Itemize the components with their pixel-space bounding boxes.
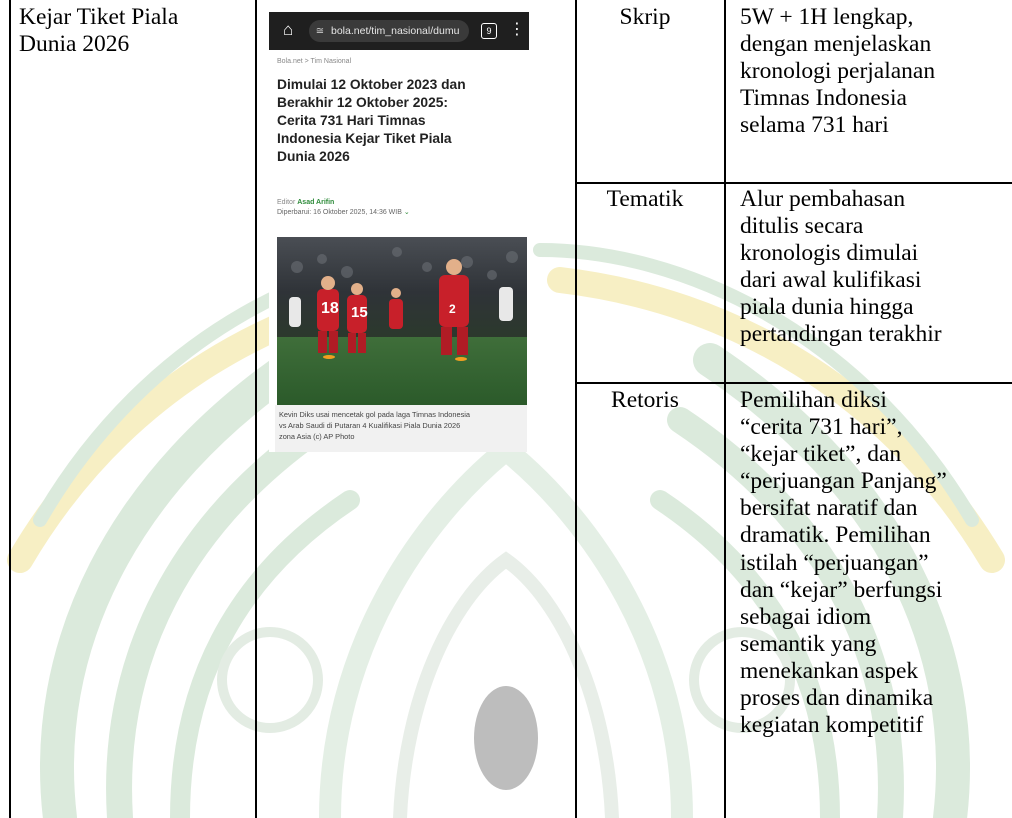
description-line: kronologi perjalanan [740,58,936,85]
svg-text:18: 18 [321,300,339,317]
description-line: istilah “perjuangan” [740,549,929,576]
news-screenshot: ⌂ ≅ bola.net/tim_nasional/dumu 9 ⋮ Bola.n… [269,12,529,452]
svg-text:15: 15 [351,304,368,321]
document-page: Kejar Tiket Piala Dunia 2026 ⌂ ≅ bola.net… [0,0,1012,818]
description-line: ditulis secara [740,213,864,240]
table-border-left [9,0,11,818]
caption-line: vs Arab Saudi di Putaran 4 Kualifikasi P… [279,421,461,430]
address-bar: ≅ bola.net/tim_nasional/dumu [309,20,469,42]
description-line: kegiatan kompetitif [740,712,924,739]
row-divider-1 [575,182,1012,184]
url-text: bola.net/tim_nasional/dumu [331,25,460,37]
editor-name: Asad Arifin [297,199,335,206]
chevron-down-icon: ⌄ [403,209,410,216]
topic-line: Dunia 2026 [19,31,130,57]
more-menu-icon: ⋮ [509,21,525,38]
table-border-col1 [255,0,257,818]
description-line: Alur pembahasan [740,186,906,212]
headline-line: Indonesia Kejar Tiket Piala [277,131,452,146]
description-line: sebagai idiom [740,603,872,630]
topic-line: Kejar Tiket Piala [19,4,179,30]
description-line: piala dunia hingga [740,294,914,321]
svg-text:2: 2 [449,302,456,316]
headline-line: Dunia 2026 [277,149,350,164]
headline-line: Berakhir 12 Oktober 2025: [277,95,449,110]
caption-line: Kevin Diks usai mencetak gol pada laga T… [279,410,471,419]
description-line: “kejar tiket”, dan [740,441,902,468]
headline-line: Dimulai 12 Oktober 2023 dan [277,77,466,92]
updated-text: Diperbarui: 16 Oktober 2025, 14:36 WIB [277,209,402,216]
article-updated: Diperbarui: 16 Oktober 2025, 14:36 WIB ⌄ [277,208,410,218]
description-line: “cerita 731 hari”, [740,414,903,441]
article-headline: Dimulai 12 Oktober 2023 dan Berakhir 12 … [277,76,525,166]
description-line: 5W + 1H lengkap, [740,4,914,30]
description-line: kronologis dimulai [740,240,919,267]
article-photo: 18 15 2 [277,237,527,405]
news-topic: Kejar Tiket Piala Dunia 2026 [19,4,249,58]
aspect-label-skrip: Skrip [619,4,671,30]
photo-caption: Kevin Diks usai mencetak gol pada laga T… [275,405,527,452]
description-line: pertandingan terakhir [740,321,942,348]
description-line: semantik yang [740,630,877,657]
table-border-col3 [724,0,726,818]
description-line: dramatik. Pemilihan [740,522,931,549]
table-border-col2 [575,0,577,818]
aspect-label-retoris: Retoris [611,387,679,413]
breadcrumb: Bola.net > Tim Nasional [277,58,352,65]
caption-line: zona Asia (c) AP Photo [279,432,355,441]
row-divider-2 [575,382,1012,384]
description-line: dengan menjelaskan [740,31,932,58]
aspect-description-tematik: Alur pembahasan ditulis secara kronologi… [740,186,1012,349]
description-line: Timnas Indonesia [740,85,907,112]
aspect-description-skrip: 5W + 1H lengkap, dengan menjelaskan kron… [740,4,1012,139]
site-settings-icon: ≅ [315,26,325,37]
description-line: dan “kejar” berfungsi [740,576,943,603]
home-icon: ⌂ [283,20,294,39]
description-line: selama 731 hari [740,112,889,139]
browser-toolbar: ⌂ ≅ bola.net/tim_nasional/dumu 9 ⋮ [269,12,529,50]
aspect-description-retoris: Pemilihan diksi “cerita 731 hari”, “keja… [740,387,1012,739]
description-line: “perjuangan Panjang” [740,468,947,495]
tab-count-icon: 9 [481,23,497,39]
description-line: dari awal kulifikasi [740,267,922,294]
description-line: bersifat naratif dan [740,495,918,522]
description-line: Pemilihan diksi [740,387,887,413]
description-line: proses dan dinamika [740,685,934,712]
editor-label: Editor [277,199,296,206]
headline-line: Cerita 731 Hari Timnas [277,113,426,128]
description-line: menekankan aspek [740,657,919,684]
article-editor: Editor Asad Arifin [277,198,334,208]
aspect-label-tematik: Tematik [606,186,684,212]
